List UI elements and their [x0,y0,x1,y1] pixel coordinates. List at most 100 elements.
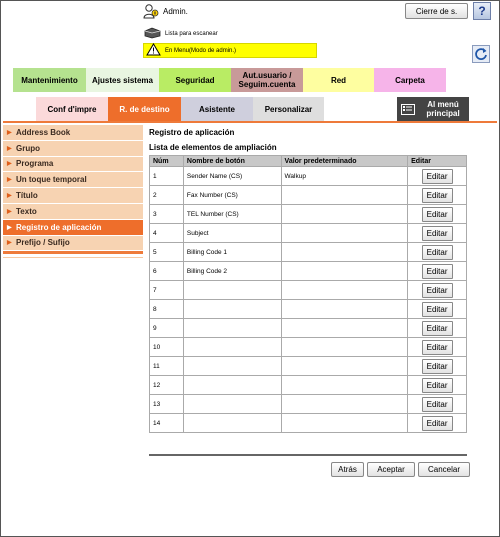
admin-mode-banner: En Menu(Modo de admin.) [143,43,317,58]
edit-button[interactable]: Editar [421,187,453,203]
logout-button[interactable]: Cierre de s. [405,3,468,19]
scan-list-label: Lista para escanear [165,31,218,37]
help-icon[interactable]: ? [473,2,491,20]
sidebar-item-titulo[interactable]: ▶ Título [3,188,143,204]
tab-r-de-destino[interactable]: R. de destino [108,97,181,121]
row-edit-cell: Editar [407,394,467,414]
table-row: 2 Fax Number (CS) Editar [149,185,467,205]
sidebar-item-programa[interactable]: ▶ Programa [3,156,143,173]
edit-button[interactable]: Editar [421,301,453,317]
sidebar-item-label: Título [16,191,38,201]
sidebar-item-address-book[interactable]: ▶ Address Book [3,125,143,141]
table-row: 6 Billing Code 2 Editar [149,261,467,281]
extension-items-table: Núm Nombre de botón Valor predeterminado… [149,155,467,433]
tab-conf-impre[interactable]: Conf d'impre [36,97,108,121]
table-row: 3 TEL Number (CS) Editar [149,204,467,224]
admin-indicator: Admin. [143,3,188,19]
tab-carpeta[interactable]: Carpeta [374,68,446,92]
row-num: 14 [149,413,184,433]
table-row: 8 Editar [149,299,467,319]
tab-personalizar[interactable]: Personalizar [253,97,324,121]
edit-button[interactable]: Editar [421,320,453,336]
arrow-right-icon: ▶ [7,129,12,136]
row-button-name [182,356,282,376]
row-button-name [182,318,282,338]
scan-list-link[interactable]: Lista para escanear [143,27,218,41]
edit-button[interactable]: Editar [421,263,453,279]
column-header-default-value: Valor predeterminado [280,155,409,167]
arrow-right-icon: ▶ [7,145,12,152]
table-row: 9 Editar [149,318,467,338]
row-default-value [280,185,409,205]
sidebar-item-texto[interactable]: ▶ Texto [3,203,143,220]
edit-button[interactable]: Editar [421,415,453,431]
scanner-icon [143,27,161,41]
row-default-value [280,318,409,338]
back-button[interactable]: Atrás [331,462,364,477]
table-row: 13 Editar [149,394,467,414]
row-edit-cell: Editar [407,375,467,395]
tab-asistente[interactable]: Asistente [181,97,253,121]
edit-button[interactable]: Editar [421,168,453,184]
tab-ajustes-sistema[interactable]: Ajustes sistema [86,68,159,92]
edit-button[interactable]: Editar [421,244,453,260]
sidebar-item-un-toque-temporal[interactable]: ▶ Un toque temporal [3,172,143,189]
edit-button[interactable]: Editar [421,396,453,412]
row-num: 1 [149,166,184,186]
arrow-right-icon: ▶ [7,161,12,168]
table-row: 14 Editar [149,413,467,433]
section-title: Lista de elementos de ampliación [149,143,277,152]
row-button-name: Billing Code 1 [182,242,282,262]
edit-button[interactable]: Editar [421,282,453,298]
edit-button[interactable]: Editar [421,358,453,374]
sidebar-item-grupo[interactable]: ▶ Grupo [3,140,143,157]
row-default-value [280,356,409,376]
sidebar-divider [3,257,143,259]
sidebar-item-label: Grupo [16,143,40,153]
row-default-value [280,394,409,414]
edit-button[interactable]: Editar [421,339,453,355]
tab-divider [3,121,497,123]
tab-aut-usuario[interactable]: Aut.usuario / Seguim.cuenta [231,68,303,92]
main-menu-button[interactable]: Al menú principal [397,97,469,121]
tab-seguridad[interactable]: Seguridad [159,68,231,92]
row-default-value [280,204,409,224]
row-edit-cell: Editar [407,356,467,376]
row-edit-cell: Editar [407,280,467,300]
table-row: 10 Editar [149,337,467,357]
row-num: 13 [149,394,184,414]
sidebar-item-label: Prefijo / Sufijo [16,238,70,248]
cancel-button[interactable]: Cancelar [418,462,470,477]
arrow-right-icon: ▶ [7,224,12,231]
row-default-value [280,242,409,262]
row-num: 11 [149,356,184,376]
row-button-name: Sender Name (CS) [182,166,282,186]
edit-button[interactable]: Editar [421,225,453,241]
row-button-name: Billing Code 2 [182,261,282,281]
sidebar-item-registro-aplicacion[interactable]: ▶ Registro de aplicación [3,219,143,236]
row-button-name [182,280,282,300]
menu-icon [401,103,415,115]
row-edit-cell: Editar [407,337,467,357]
arrow-right-icon: ▶ [7,208,12,215]
row-button-name [182,375,282,395]
row-default-value [280,280,409,300]
tab-mantenimiento[interactable]: Mantenimiento [13,68,86,92]
sidebar-item-label: Texto [16,206,37,216]
row-num: 8 [149,299,184,319]
tab-red[interactable]: Red [303,68,374,92]
accept-button[interactable]: Aceptar [367,462,415,477]
arrow-right-icon: ▶ [7,177,12,184]
refresh-icon[interactable] [472,45,490,63]
edit-button[interactable]: Editar [421,206,453,222]
sidebar-item-prefijo-sufijo[interactable]: ▶ Prefijo / Sufijo [3,235,143,252]
edit-button[interactable]: Editar [421,377,453,393]
table-row: 5 Billing Code 1 Editar [149,242,467,262]
table-row: 7 Editar [149,280,467,300]
table-row: 4 Subject Editar [149,223,467,243]
row-num: 7 [149,280,184,300]
sidebar-item-label: Programa [16,159,54,169]
row-edit-cell: Editar [407,299,467,319]
row-default-value [280,223,409,243]
warning-icon [146,43,161,58]
